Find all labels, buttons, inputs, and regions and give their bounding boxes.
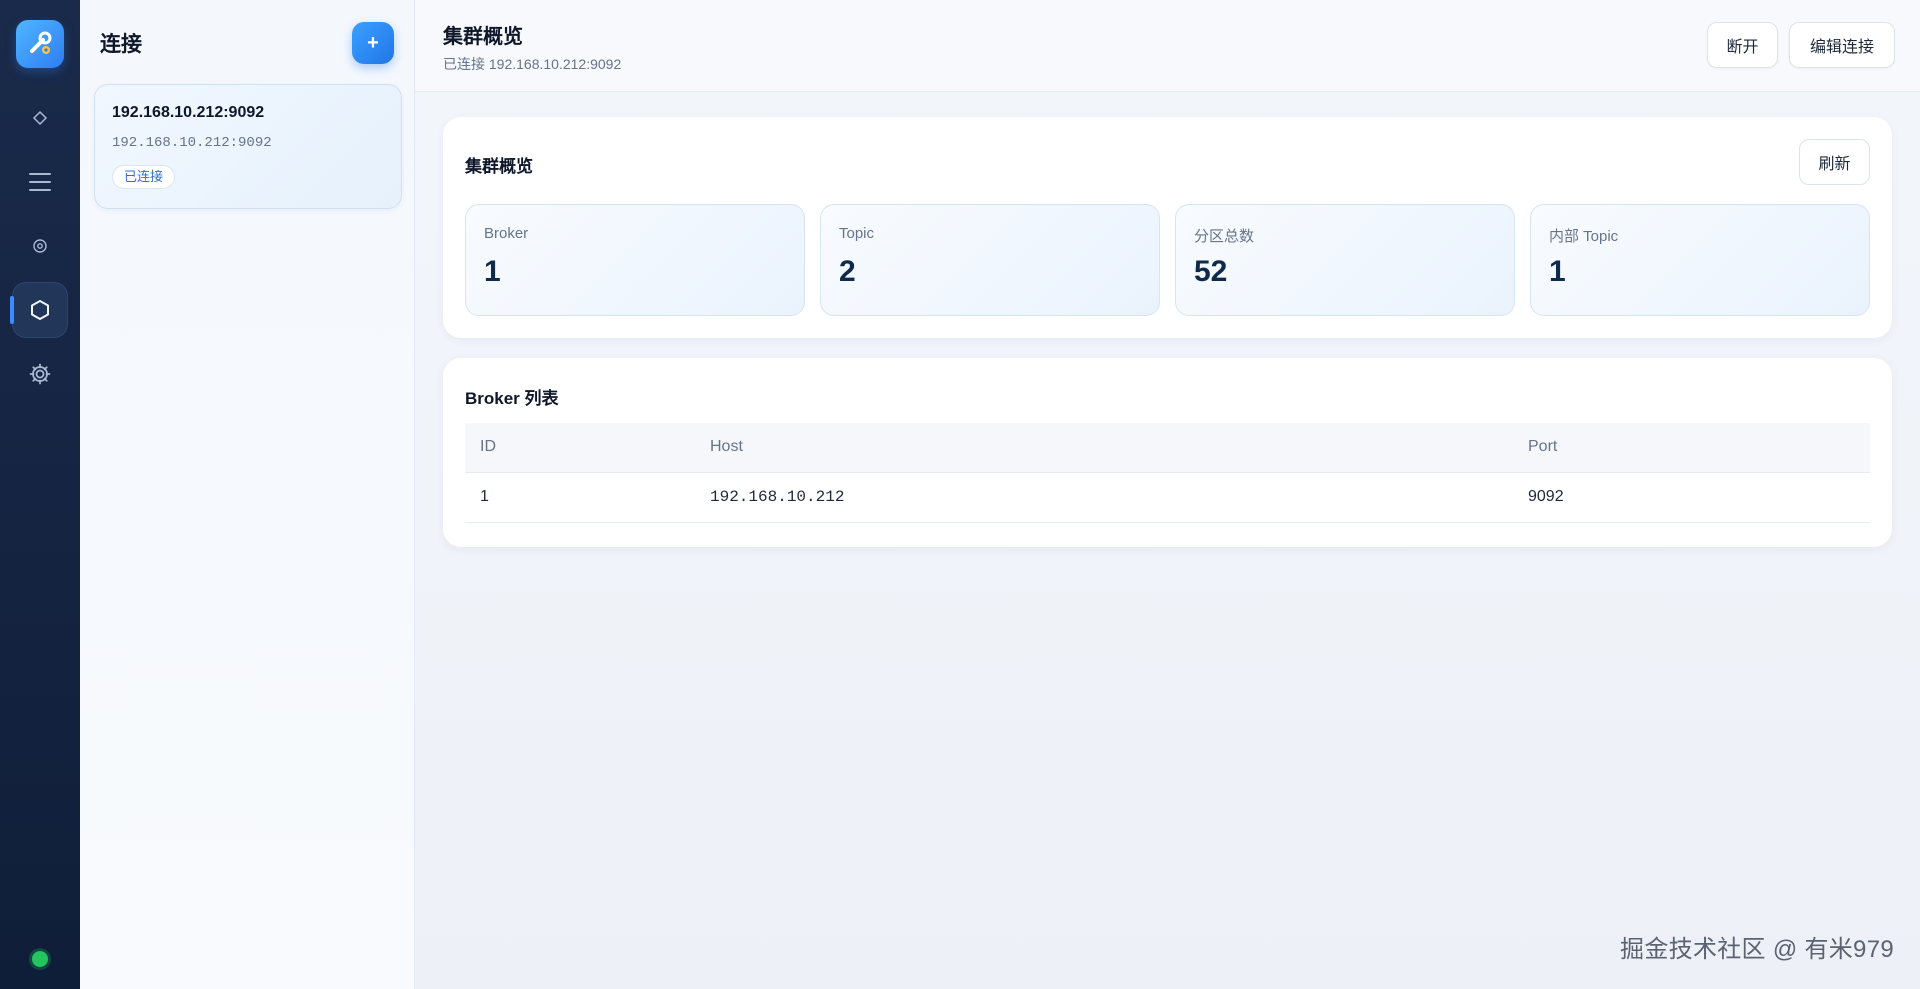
stat-value: 1	[1549, 255, 1566, 288]
connection-name: 192.168.10.212:9092	[112, 104, 265, 121]
wrench-gear-icon	[30, 31, 52, 54]
page-subtitle: 已连接 192.168.10.212:9092	[443, 56, 622, 72]
diamond-icon	[32, 110, 48, 126]
stat-partitions: 分区总数 52	[1175, 204, 1515, 316]
stat-topic: Topic 2	[820, 204, 1160, 316]
broker-list-card: Broker 列表 ID Host Port 1 192.168.10.212 …	[443, 358, 1892, 547]
broker-port: 9092	[1528, 488, 1564, 505]
column-header-host: Host	[710, 438, 743, 455]
connections-header: 连接 +	[80, 0, 414, 84]
cluster-overview-card: 集群概览 刷新 Broker 1 Topic 2 分区总数 52 内部 Topi…	[443, 117, 1892, 338]
broker-id: 1	[480, 488, 489, 505]
main-content: 集群概览 已连接 192.168.10.212:9092 断开 编辑连接 集群概…	[415, 0, 1920, 989]
app-logo[interactable]	[16, 20, 64, 68]
stat-internal-topic: 内部 Topic 1	[1530, 204, 1870, 316]
edit-connection-button[interactable]: 编辑连接	[1789, 22, 1895, 68]
nav-consumers[interactable]	[12, 218, 68, 274]
table-row[interactable]: 1 192.168.10.212 9092	[465, 473, 1870, 523]
stat-broker: Broker 1	[465, 204, 805, 316]
stat-label: 内部 Topic	[1549, 228, 1619, 245]
connection-status-badge: 已连接	[112, 165, 176, 189]
connection-item[interactable]: 192.168.10.212:9092 192.168.10.212:9092 …	[94, 84, 402, 209]
nav-cluster[interactable]	[10, 282, 68, 338]
broker-table: ID Host Port 1 192.168.10.212 9092	[465, 423, 1870, 523]
nav-settings[interactable]	[12, 346, 68, 402]
connection-status-dot	[32, 951, 48, 967]
nav-list[interactable]	[12, 154, 68, 210]
stat-label: 分区总数	[1194, 228, 1255, 245]
stat-value: 1	[484, 255, 501, 288]
hexagon-icon	[31, 300, 49, 320]
nav-rail	[0, 0, 80, 989]
menu-icon	[29, 173, 51, 191]
stat-label: Topic	[839, 225, 875, 242]
broker-host: 192.168.10.212	[710, 488, 845, 506]
stat-label: Broker	[484, 225, 529, 242]
watermark: 掘金技术社区 @ 有米979	[1620, 936, 1894, 963]
stat-value: 52	[1194, 255, 1228, 288]
column-header-port: Port	[1528, 438, 1558, 455]
top-bar: 集群概览 已连接 192.168.10.212:9092 断开 编辑连接	[415, 0, 1920, 92]
refresh-button[interactable]: 刷新	[1799, 139, 1870, 185]
table-header: ID Host Port	[465, 423, 1870, 473]
connections-title: 连接	[100, 33, 142, 56]
page-title: 集群概览	[443, 26, 523, 48]
disconnect-button[interactable]: 断开	[1707, 22, 1778, 68]
gear-icon	[29, 363, 51, 385]
connections-panel: 连接 + 192.168.10.212:9092 192.168.10.212:…	[80, 0, 415, 989]
connection-address: 192.168.10.212:9092	[112, 135, 272, 151]
broker-list-title: Broker 列表	[465, 389, 559, 408]
target-icon	[33, 239, 47, 253]
overview-title: 集群概览	[465, 157, 533, 176]
nav-diamond[interactable]	[12, 90, 68, 146]
column-header-id: ID	[480, 438, 496, 455]
stat-value: 2	[839, 255, 856, 288]
add-connection-button[interactable]: +	[352, 22, 394, 64]
